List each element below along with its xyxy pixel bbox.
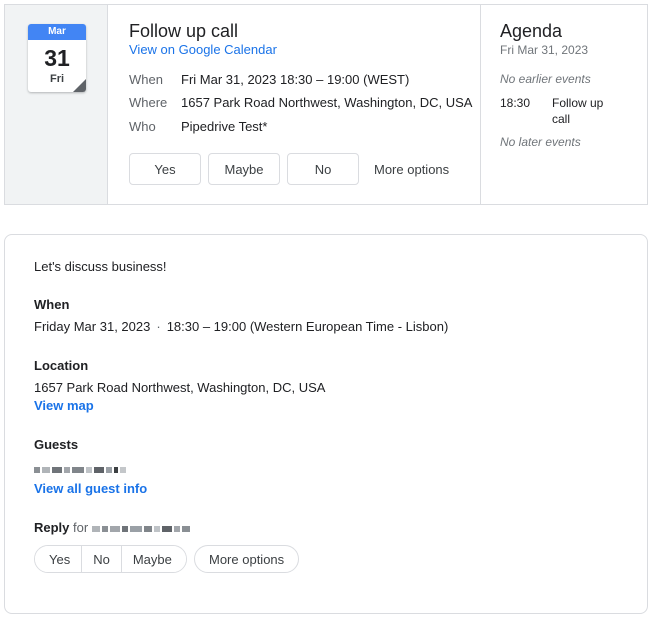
agenda-event[interactable]: 18:30 Follow up call [500, 95, 622, 127]
rsvp-yes-button[interactable]: Yes [129, 153, 201, 185]
when-separator: · [156, 319, 161, 334]
event-summary: Follow up call View on Google Calendar W… [108, 5, 481, 204]
agenda-no-later-events: No later events [500, 135, 581, 149]
when-line: Friday Mar 31, 2023 · 18:30 – 19:00 (Weste… [34, 319, 448, 335]
redacted-guest-pixels [34, 465, 126, 475]
invite-card: Mar 31 Fri Follow up call View on Google… [4, 4, 648, 205]
reply-label: Reply [34, 520, 70, 535]
who-label: Who [129, 119, 156, 134]
agenda-event-time: 18:30 [500, 96, 531, 110]
reply-button-group: Yes No Maybe [34, 545, 187, 573]
page-fold-icon [73, 79, 86, 92]
detail-row-who: Who Pipedrive Test* [129, 119, 267, 135]
when-value: Fri Mar 31, 2023 18:30 – 19:00 (WEST) [181, 72, 410, 87]
view-map-link[interactable]: View map [34, 398, 94, 414]
reply-yes-button[interactable]: Yes [35, 546, 83, 572]
agenda-date: Fri Mar 31, 2023 [500, 43, 589, 57]
agenda-event-title: Follow up call [552, 96, 604, 126]
calendar-date-icon: Mar 31 Fri [28, 24, 86, 92]
where-label: Where [129, 95, 168, 110]
rsvp-more-options-link[interactable]: More options [374, 162, 449, 177]
event-details-card: Let's discuss business! When Friday Mar … [4, 234, 648, 614]
detail-row-when: When Fri Mar 31, 2023 18:30 – 19:00 (WES… [129, 72, 409, 88]
reply-more-options-button[interactable]: More options [194, 545, 300, 573]
location-heading: Location [34, 358, 89, 373]
agenda-title: Agenda [500, 21, 563, 41]
event-title: Follow up call [129, 21, 239, 41]
calendar-icon-day: 31 [44, 45, 70, 71]
reply-no-button[interactable]: No [82, 546, 122, 572]
where-value: 1657 Park Road Northwest, Washington, DC… [181, 95, 473, 110]
when-time: 18:30 – 19:00 (Western European Time - L… [166, 319, 449, 334]
rsvp-no-button[interactable]: No [287, 153, 359, 185]
agenda-no-earlier-events: No earlier events [500, 72, 591, 86]
date-column: Mar 31 Fri [5, 5, 108, 204]
calendar-icon-month: Mar [28, 24, 86, 40]
reply-for-label: for [73, 520, 89, 535]
location-value: 1657 Park Road Northwest, Washington, DC… [34, 380, 326, 395]
when-heading: When [34, 297, 70, 312]
who-value: Pipedrive Test* [181, 119, 268, 134]
rsvp-row: Yes Maybe No More options [129, 153, 449, 185]
guest-email-redacted [34, 461, 126, 479]
detail-row-where: Where 1657 Park Road Northwest, Washingt… [129, 95, 472, 111]
reply-line: Reply for [34, 520, 190, 535]
reply-maybe-button[interactable]: Maybe [121, 546, 186, 572]
view-on-google-calendar-link[interactable]: View on Google Calendar [129, 42, 480, 58]
when-date: Friday Mar 31, 2023 [34, 319, 151, 334]
redacted-reply-email-pixels [91, 524, 190, 534]
guests-heading: Guests [34, 437, 79, 452]
agenda-panel: Agenda Fri Mar 31, 2023 No earlier event… [481, 5, 647, 204]
view-all-guest-info-link[interactable]: View all guest info [34, 481, 147, 497]
event-description: Let's discuss business! [34, 259, 167, 274]
when-label: When [129, 72, 163, 87]
rsvp-maybe-button[interactable]: Maybe [208, 153, 280, 185]
